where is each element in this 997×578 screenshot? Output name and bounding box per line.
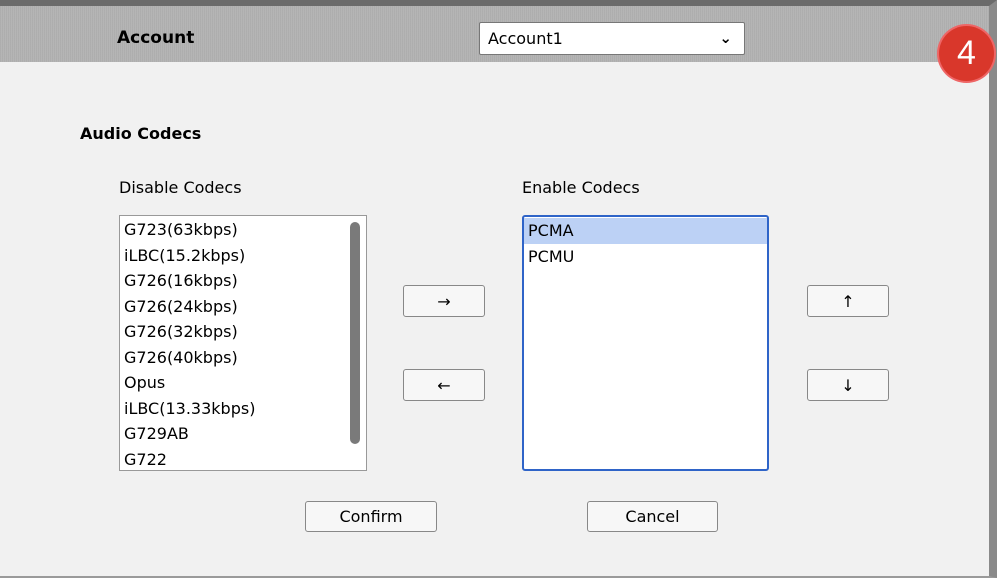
disabled-codec-option[interactable]: G726(24kbps) [120, 294, 366, 320]
header-bar: Account Account1 ⌄ [0, 6, 989, 62]
enabled-codec-option[interactable]: PCMA [524, 218, 767, 244]
enable-codecs-label: Enable Codecs [522, 178, 640, 197]
disabled-codec-option[interactable]: G726(32kbps) [120, 319, 366, 345]
disabled-codec-option[interactable]: G722 [120, 447, 366, 471]
disabled-codec-option[interactable]: Opus [120, 370, 366, 396]
account-select-value: Account1 [488, 29, 563, 48]
chevron-down-icon: ⌄ [719, 29, 732, 47]
cancel-button[interactable]: Cancel [587, 501, 718, 532]
disabled-codec-option[interactable]: G729AB [120, 421, 366, 447]
disabled-codec-option[interactable]: G726(16kbps) [120, 268, 366, 294]
move-down-button[interactable]: ↓ [807, 369, 889, 401]
disabled-codecs-list[interactable]: G723(63kbps) iLBC(15.2kbps) G726(16kbps) G7… [119, 215, 367, 471]
disable-codecs-label: Disable Codecs [119, 178, 242, 197]
move-to-enabled-button[interactable]: → [403, 285, 485, 317]
disabled-codec-option[interactable]: G723(63kbps) [120, 217, 366, 243]
disabled-codec-option[interactable]: iLBC(15.2kbps) [120, 243, 366, 269]
step-badge: 4 [939, 26, 994, 81]
enabled-codec-option[interactable]: PCMU [524, 244, 767, 270]
disabled-codec-option[interactable]: iLBC(13.33kbps) [120, 396, 366, 422]
move-to-disabled-button[interactable]: ← [403, 369, 485, 401]
account-select[interactable]: Account1 ⌄ [479, 22, 745, 55]
move-up-button[interactable]: ↑ [807, 285, 889, 317]
confirm-button[interactable]: Confirm [305, 501, 437, 532]
scrollbar-thumb[interactable] [350, 222, 360, 444]
enabled-codecs-list[interactable]: PCMA PCMU [522, 215, 769, 471]
account-label: Account [117, 28, 195, 48]
disabled-codec-option[interactable]: G726(40kbps) [120, 345, 366, 371]
section-title: Audio Codecs [80, 124, 202, 143]
